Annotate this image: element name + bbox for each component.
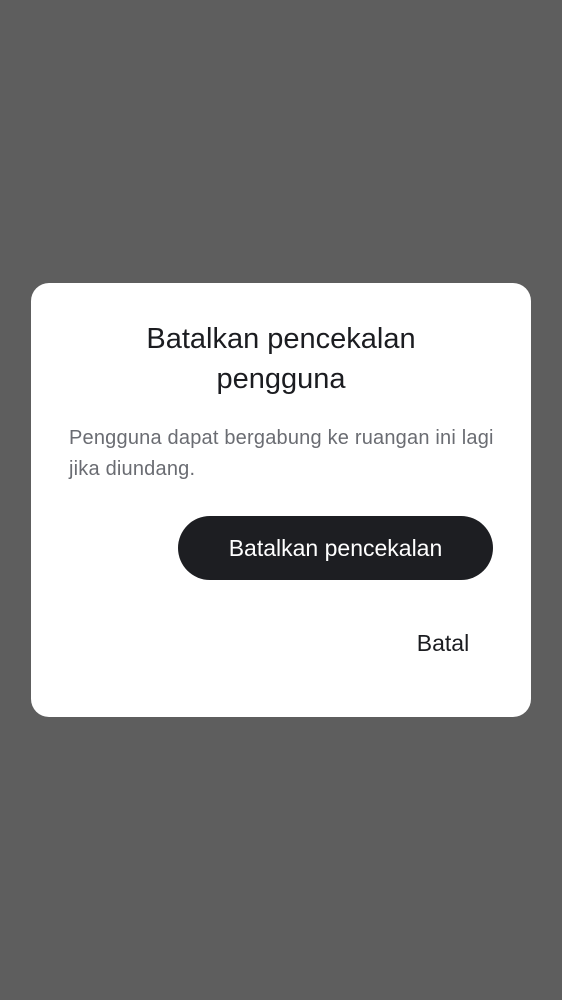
unban-user-dialog: Batalkan pencekalan pengguna Pengguna da… bbox=[31, 283, 531, 717]
dialog-message: Pengguna dapat bergabung ke ruangan ini … bbox=[69, 427, 494, 480]
dialog-title: Batalkan pencekalan pengguna bbox=[146, 323, 416, 395]
cancel-button[interactable]: Batal bbox=[393, 615, 493, 671]
unban-button[interactable]: Batalkan pencekalan bbox=[178, 516, 493, 580]
